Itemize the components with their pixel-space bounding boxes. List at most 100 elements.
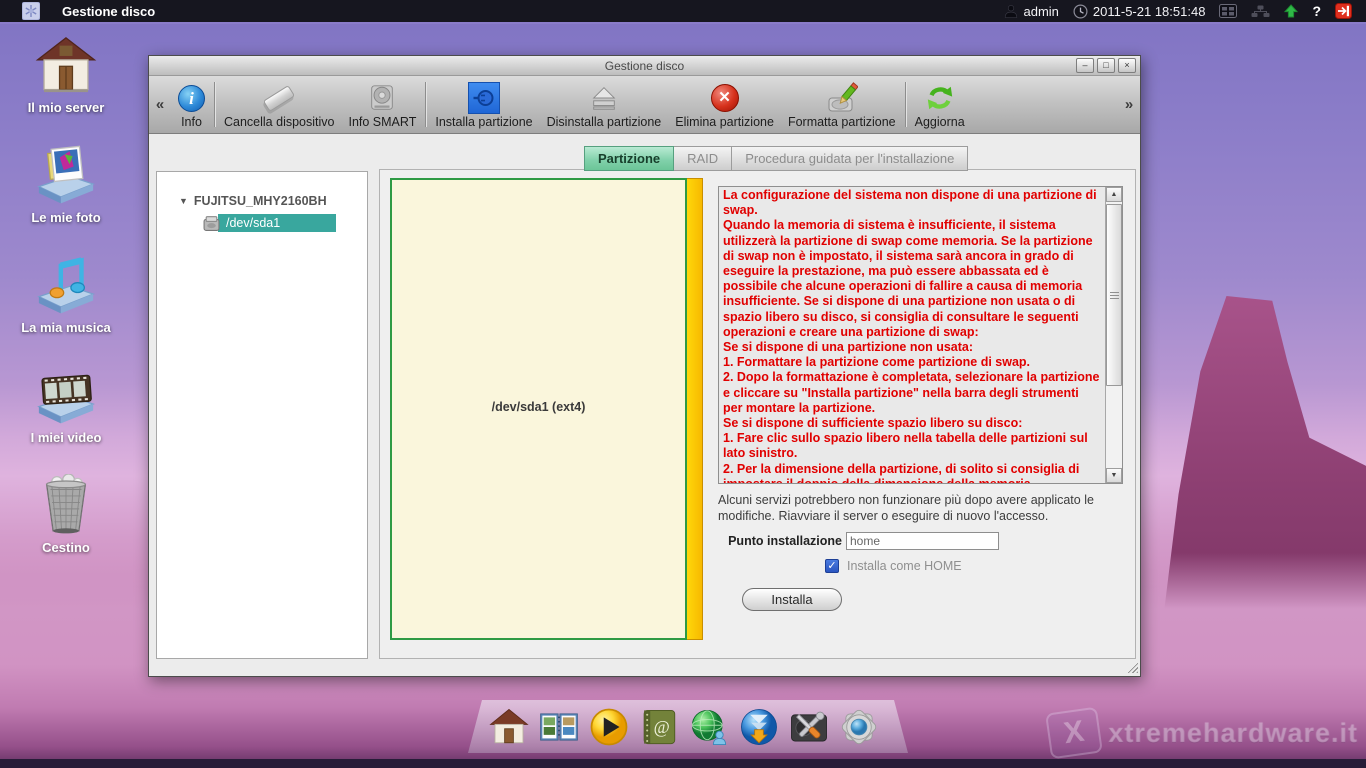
watermark-text: xtremehardware.it — [1108, 718, 1358, 749]
install-as-home-label: Installa come HOME — [847, 559, 962, 573]
minimize-button[interactable]: – — [1076, 58, 1094, 73]
user-menu[interactable]: admin — [1004, 4, 1058, 19]
eraser-icon — [263, 85, 295, 112]
scroll-down-arrow[interactable]: ▼ — [1106, 468, 1122, 483]
desktop-icon-column: Il mio server Le mie foto La mi — [12, 34, 120, 584]
video-icon — [35, 364, 97, 426]
window-title: Gestione disco — [149, 59, 1140, 73]
toolbar-separator — [905, 82, 906, 127]
tree-node-disk[interactable]: ▼ FUJITSU_MHY2160BH — [179, 194, 367, 208]
info-icon: i — [178, 85, 205, 112]
swap-info-panel: La configurazione del sistema non dispon… — [718, 186, 1123, 484]
toolbar-button-erase-device[interactable]: Cancella dispositivo — [217, 76, 341, 133]
dock-contacts-icon[interactable]: @ — [636, 704, 681, 749]
scroll-up-arrow[interactable]: ▲ — [1106, 187, 1122, 202]
dock-home-icon[interactable] — [486, 704, 531, 749]
datetime-text: 2011-5-21 18:51:48 — [1093, 4, 1206, 19]
app-grid-icon[interactable] — [1219, 4, 1237, 18]
window-titlebar[interactable]: Gestione disco – □ × — [149, 56, 1140, 76]
service-restart-notice: Alcuni servizi potrebbero non funzionare… — [718, 492, 1136, 524]
desktop-icon-label: La mia musica — [21, 320, 111, 335]
logout-icon[interactable] — [1335, 3, 1352, 19]
partition-map: /dev/sda1 (ext4) — [390, 178, 703, 640]
tab-raid[interactable]: RAID — [674, 146, 732, 171]
dock-media-player-icon[interactable] — [586, 704, 631, 749]
delete-partition-icon: ✕ — [711, 84, 739, 112]
photos-icon — [35, 144, 97, 206]
window-content: Partizione RAID Procedura guidata per l'… — [149, 134, 1140, 675]
tree-expand-caret[interactable]: ▼ — [179, 196, 188, 206]
tab-bar: Partizione RAID Procedura guidata per l'… — [584, 146, 968, 171]
desktop-icon-my-music[interactable]: La mia musica — [12, 254, 120, 364]
network-status-icon[interactable] — [1251, 5, 1270, 18]
format-partition-icon — [826, 81, 858, 115]
username: admin — [1023, 4, 1058, 19]
harddisk-icon — [367, 81, 397, 115]
trash-icon — [35, 474, 97, 536]
toolbar-button-mount-partition[interactable]: Installa partizione — [428, 76, 539, 133]
toolbar-button-format-partition[interactable]: Formatta partizione — [781, 76, 903, 133]
house-icon — [35, 34, 97, 96]
partition-block-label: /dev/sda1 (ext4) — [392, 400, 685, 414]
toolbar-button-unmount-partition[interactable]: Disinstalla partizione — [540, 76, 669, 133]
install-button[interactable]: Installa — [742, 588, 842, 611]
partition-detail-pane: /dev/sda1 (ext4) La configurazione del s… — [379, 169, 1136, 659]
upgrade-icon[interactable] — [1284, 4, 1298, 18]
mount-point-input[interactable] — [846, 532, 999, 550]
toolbar-separator — [425, 82, 426, 127]
clock-widget[interactable]: 2011-5-21 18:51:48 — [1073, 4, 1206, 19]
tab-partizione[interactable]: Partizione — [584, 146, 674, 171]
application-dock: @ — [468, 700, 908, 753]
free-space-strip[interactable] — [687, 178, 703, 640]
swap-info-text: La configurazione del sistema non dispon… — [719, 187, 1105, 483]
desktop-icon-label: Cestino — [42, 540, 90, 555]
desktop-icon-label: Il mio server — [28, 100, 105, 115]
partition-node-label[interactable]: /dev/sda1 — [218, 214, 336, 232]
clock-icon — [1073, 4, 1088, 19]
topbar-app-title: Gestione disco — [62, 4, 155, 19]
scrollbar-thumb[interactable] — [1106, 204, 1122, 386]
music-icon — [35, 254, 97, 316]
toolbar-separator — [214, 82, 215, 127]
desktop-icon-my-server[interactable]: Il mio server — [12, 34, 120, 144]
dock-download-icon[interactable] — [736, 704, 781, 749]
desktop-icon-my-videos[interactable]: I miei video — [12, 364, 120, 474]
toolbar-button-refresh[interactable]: Aggiorna — [908, 76, 972, 133]
dock-photo-album-icon[interactable] — [536, 704, 581, 749]
eject-icon — [589, 81, 619, 115]
toolbar-scroll-left[interactable]: « — [149, 76, 171, 133]
tree-disk-name: FUJITSU_MHY2160BH — [194, 194, 327, 208]
mount-partition-icon — [468, 82, 500, 114]
maximize-button[interactable]: □ — [1097, 58, 1115, 73]
system-top-bar: Gestione disco admin 2011-5-21 18:51:48 … — [0, 0, 1366, 24]
help-icon[interactable]: ? — [1312, 3, 1321, 19]
refresh-icon — [925, 81, 955, 115]
dock-network-places-icon[interactable] — [686, 704, 731, 749]
dock-tools-icon[interactable] — [786, 704, 831, 749]
partition-block-sda1[interactable]: /dev/sda1 (ext4) — [390, 178, 687, 640]
toolbar-scroll-right[interactable]: » — [1118, 76, 1140, 133]
desktop-icon-my-photos[interactable]: Le mie foto — [12, 144, 120, 254]
disk-management-window: Gestione disco – □ × « i Info Cancella d… — [148, 55, 1141, 677]
close-button[interactable]: × — [1118, 58, 1136, 73]
install-as-home-checkbox[interactable] — [825, 559, 839, 573]
tree-node-partition[interactable]: /dev/sda1 — [203, 214, 367, 232]
toolbar-button-smart-info[interactable]: Info SMART — [341, 76, 423, 133]
tab-installation-wizard[interactable]: Procedura guidata per l'installazione — [732, 146, 968, 171]
toolbar-button-info[interactable]: i Info — [171, 76, 212, 133]
ground-strip — [0, 759, 1366, 768]
dock-settings-gear-icon[interactable] — [836, 704, 881, 749]
partition-disk-icon — [203, 216, 220, 231]
window-toolbar: « i Info Cancella dispositivo Info SMART… — [149, 76, 1140, 134]
window-resize-grip[interactable] — [1125, 660, 1138, 673]
snowflake-app-icon[interactable] — [22, 2, 40, 20]
device-tree-panel: ▼ FUJITSU_MHY2160BH /dev/sda1 — [156, 171, 368, 659]
toolbar-button-delete-partition[interactable]: ✕ Elimina partizione — [668, 76, 781, 133]
svg-text:@: @ — [653, 717, 669, 737]
install-as-home-row: Installa come HOME — [825, 559, 962, 573]
scrollbar[interactable]: ▲ ▼ — [1105, 187, 1122, 483]
mount-point-label: Punto installazione — [718, 534, 842, 548]
desktop-icon-trash[interactable]: Cestino — [12, 474, 120, 584]
watermark-x-logo: X — [1045, 707, 1103, 760]
scrollbar-grip — [1110, 292, 1119, 299]
